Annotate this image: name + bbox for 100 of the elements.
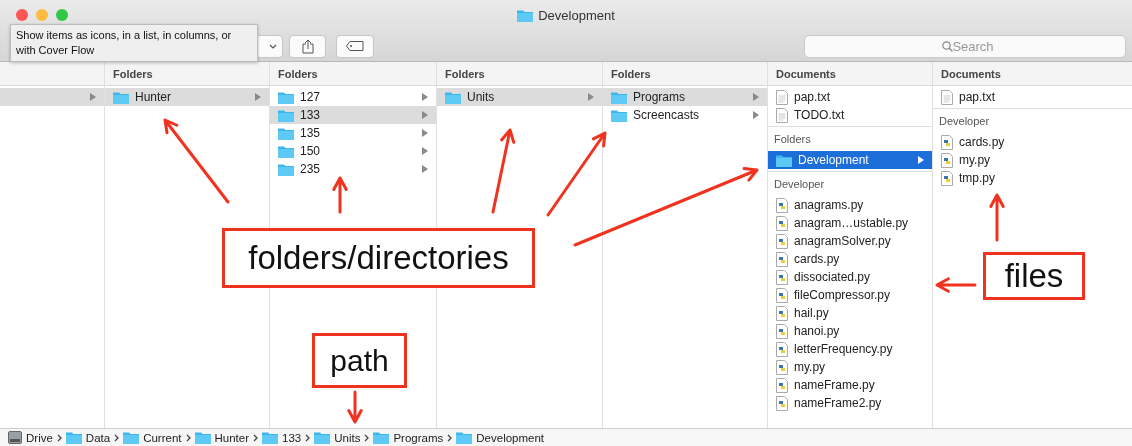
share-icon [301, 38, 314, 54]
folder-icon [278, 126, 294, 140]
search-field[interactable]: Search [804, 34, 1126, 58]
arrow [347, 390, 363, 424]
python-file-icon [776, 269, 788, 285]
path-item[interactable]: 133 [262, 431, 302, 444]
annotation-label: files [983, 252, 1085, 300]
column-header: Folders [437, 62, 602, 86]
path-item[interactable]: Current [123, 431, 182, 444]
folder-icon [611, 90, 627, 104]
close-button[interactable] [16, 9, 28, 21]
folder-item[interactable]: Programs [603, 88, 767, 106]
column-header: Folders [603, 62, 767, 86]
folder-icon [278, 90, 294, 104]
folder-icon [278, 162, 294, 176]
folder-icon [611, 108, 627, 122]
document-icon [776, 107, 788, 123]
folder-icon [776, 153, 792, 167]
path-item[interactable]: Development [456, 431, 545, 444]
chevron-icon [364, 433, 370, 442]
folder-item[interactable]: 150 [270, 142, 436, 160]
caret-icon [268, 43, 277, 49]
file-item[interactable]: fileCompressor.py [768, 286, 932, 304]
folder-item[interactable]: Development [768, 151, 932, 169]
file-item[interactable]: TODO.txt [768, 106, 932, 124]
python-file-icon [941, 152, 953, 168]
path-item[interactable]: Drive [8, 431, 53, 444]
python-file-icon [776, 323, 788, 339]
file-item[interactable]: anagrams.py [768, 196, 932, 214]
folder-icon [194, 431, 211, 444]
path-item[interactable]: Units [314, 431, 361, 444]
chevron-icon [114, 433, 120, 442]
file-item[interactable]: pap.txt [933, 88, 1132, 106]
annotation-label: path [312, 333, 407, 388]
arrow [935, 277, 977, 293]
folder-item[interactable] [0, 88, 104, 106]
triangle-icon [422, 147, 428, 155]
path-item[interactable]: Programs [373, 431, 444, 444]
file-item[interactable]: anagramSolver.py [768, 232, 932, 250]
folder-icon [517, 8, 534, 22]
annotation-label: folders/directories [222, 228, 535, 288]
file-item[interactable]: dissociated.py [768, 268, 932, 286]
file-item[interactable]: cards.py [933, 133, 1132, 151]
triangle-icon [90, 93, 96, 101]
folder-item[interactable]: Screencasts [603, 106, 767, 124]
python-file-icon [941, 134, 953, 150]
folder-item[interactable]: Hunter [105, 88, 269, 106]
document-icon [941, 89, 953, 105]
file-item[interactable]: anagram…ustable.py [768, 214, 932, 232]
section-heading: Developer [773, 177, 825, 192]
search-icon [942, 40, 953, 52]
column-header: Documents [933, 62, 1132, 86]
file-item[interactable]: my.py [768, 358, 932, 376]
file-item[interactable]: pap.txt [768, 88, 932, 106]
folder-item[interactable]: 235 [270, 160, 436, 178]
python-file-icon [776, 395, 788, 411]
file-item[interactable]: hanoi.py [768, 322, 932, 340]
folder-icon [123, 431, 140, 444]
file-item[interactable]: tmp.py [933, 169, 1132, 187]
folder-item[interactable]: Units [437, 88, 602, 106]
document-icon [776, 89, 788, 105]
python-file-icon [776, 377, 788, 393]
file-item[interactable]: letterFrequency.py [768, 340, 932, 358]
triangle-icon [753, 111, 759, 119]
folder-item[interactable]: 135 [270, 124, 436, 142]
section-heading: Developer [938, 114, 990, 129]
tag-icon [346, 41, 364, 51]
minimize-button[interactable] [36, 9, 48, 21]
arrow [332, 176, 348, 214]
triangle-icon [422, 165, 428, 173]
triangle-icon [422, 129, 428, 137]
chevron-icon [185, 433, 191, 442]
column-header: Documents [768, 62, 932, 86]
file-item[interactable]: my.py [933, 151, 1132, 169]
python-file-icon [941, 170, 953, 186]
folder-icon [113, 90, 129, 104]
folder-icon [278, 144, 294, 158]
folder-icon [445, 90, 461, 104]
column-header: Folders [270, 62, 436, 86]
python-file-icon [776, 233, 788, 249]
column-header: Folders [105, 62, 269, 86]
path-item[interactable]: Data [65, 431, 111, 444]
file-item[interactable]: cards.py [768, 250, 932, 268]
share-button[interactable] [289, 34, 326, 58]
chevron-icon [447, 433, 453, 442]
tag-button[interactable] [336, 34, 374, 58]
path-item[interactable]: Hunter [194, 431, 250, 444]
window-title: Development [538, 7, 615, 23]
python-file-icon [776, 251, 788, 267]
section-heading: Folders [773, 132, 811, 147]
folder-item[interactable]: 133 [270, 106, 436, 124]
arrow [989, 193, 1005, 242]
file-item[interactable]: hail.py [768, 304, 932, 322]
triangle-icon [753, 93, 759, 101]
file-item[interactable]: nameFrame2.py [768, 394, 932, 412]
folder-icon [65, 431, 82, 444]
folder-icon [278, 108, 294, 122]
zoom-button[interactable] [56, 9, 68, 21]
file-item[interactable]: nameFrame.py [768, 376, 932, 394]
folder-item[interactable]: 127 [270, 88, 436, 106]
